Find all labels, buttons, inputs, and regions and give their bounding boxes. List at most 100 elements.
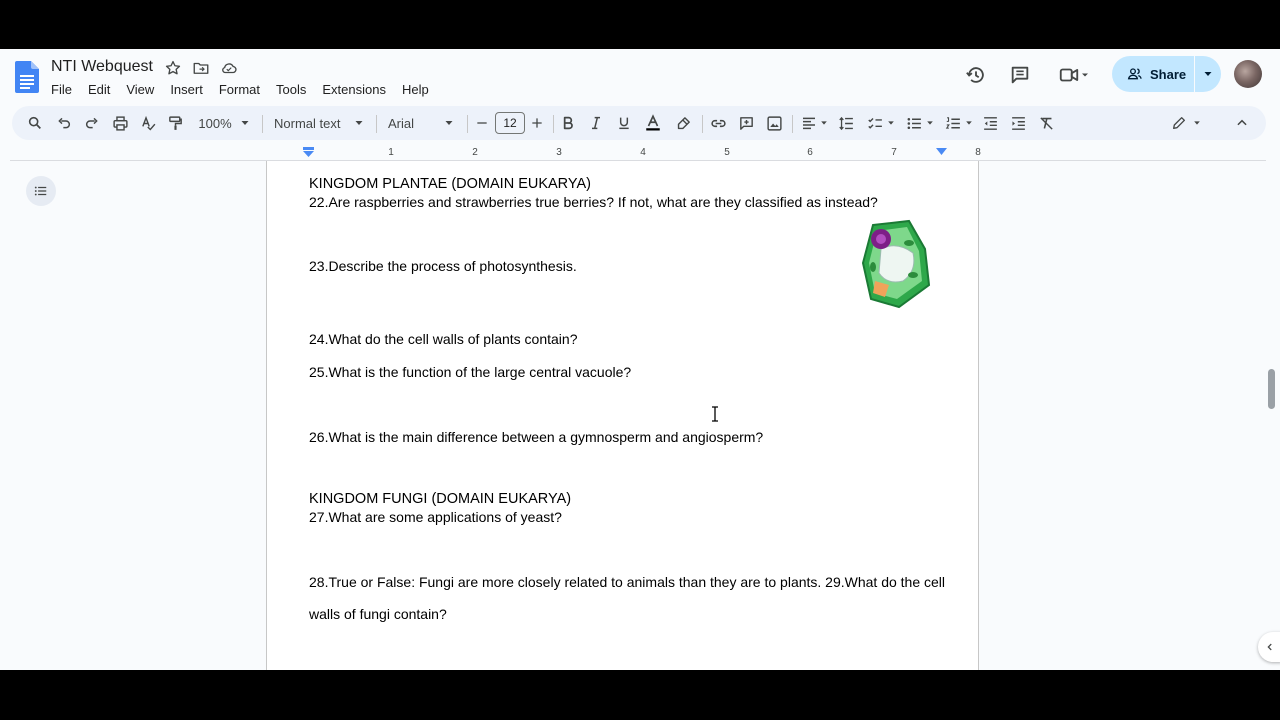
- menu-insert[interactable]: Insert: [162, 80, 211, 99]
- toolbar-separator: [553, 115, 554, 133]
- checklist-button[interactable]: [865, 111, 897, 135]
- font-size-input[interactable]: 12: [495, 112, 525, 134]
- ruler-label: 6: [807, 147, 813, 158]
- increase-indent-button[interactable]: [1009, 111, 1027, 135]
- paint-format-button[interactable]: [166, 111, 184, 135]
- ruler-label: 7: [891, 147, 897, 158]
- document-title[interactable]: NTI Webquest: [51, 58, 153, 76]
- caret-down-icon: [1194, 121, 1200, 125]
- horizontal-ruler[interactable]: 1 2 3 4 5 6 7 8: [266, 147, 981, 161]
- ruler-label: 3: [556, 147, 562, 158]
- comments-button[interactable]: [1007, 62, 1033, 88]
- header: NTI Webquest File Edit View Insert Forma…: [0, 49, 1280, 101]
- ruler-label: 1: [388, 147, 394, 158]
- google-docs-logo-icon[interactable]: [15, 61, 39, 93]
- side-panel-toggle-button[interactable]: [1258, 632, 1280, 662]
- checklist-icon: [868, 117, 882, 129]
- decrease-font-size-button[interactable]: [474, 111, 490, 135]
- plant-cell-image[interactable]: [859, 219, 931, 315]
- clear-formatting-icon: [1039, 116, 1053, 130]
- search-menus-button[interactable]: [26, 111, 44, 135]
- share-button-group: Share: [1112, 56, 1221, 92]
- document-outline-button[interactable]: [26, 176, 56, 206]
- bold-button[interactable]: [559, 111, 577, 135]
- spelling-check-button[interactable]: [139, 111, 157, 135]
- pencil-icon: [1173, 117, 1185, 129]
- caret-down-icon: [355, 121, 363, 125]
- highlight-color-button[interactable]: [674, 111, 692, 135]
- insert-link-button[interactable]: [709, 111, 727, 135]
- ruler-label: 5: [724, 147, 730, 158]
- decrease-indent-button[interactable]: [981, 111, 999, 135]
- bulleted-list-button[interactable]: [904, 111, 936, 135]
- caret-down-icon: [927, 121, 933, 125]
- undo-button[interactable]: [55, 111, 73, 135]
- decrease-indent-icon: [983, 116, 997, 130]
- share-label: Share: [1150, 66, 1187, 82]
- menu-edit[interactable]: Edit: [80, 80, 118, 99]
- text-color-button[interactable]: [644, 111, 662, 135]
- paint-format-icon: [168, 115, 182, 130]
- link-icon: [710, 119, 726, 127]
- docs-window: NTI Webquest File Edit View Insert Forma…: [0, 49, 1280, 670]
- minus-icon: [477, 122, 487, 124]
- menu-view[interactable]: View: [118, 80, 162, 99]
- caret-down-icon: [1204, 72, 1212, 76]
- ruler-label: 8: [975, 147, 981, 158]
- clear-formatting-button[interactable]: [1037, 111, 1055, 135]
- chevron-down-icon: [1082, 73, 1088, 77]
- menu-extensions[interactable]: Extensions: [314, 80, 394, 99]
- menu-file[interactable]: File: [43, 80, 80, 99]
- increase-font-size-button[interactable]: [529, 111, 545, 135]
- document-page[interactable]: KINGDOM PLANTAE (DOMAIN EUKARYA) 22.Are …: [266, 161, 979, 670]
- version-history-button[interactable]: [963, 62, 989, 88]
- ruler-label: 4: [640, 147, 646, 158]
- print-icon: [112, 115, 128, 131]
- share-button[interactable]: Share: [1112, 56, 1194, 92]
- question-24: 24.What do the cell walls of plants cont…: [309, 331, 578, 347]
- editing-mode-button[interactable]: [1170, 111, 1202, 135]
- heading-kingdom-plantae: KINGDOM PLANTAE (DOMAIN EUKARYA): [309, 176, 591, 192]
- menu-tools[interactable]: Tools: [268, 80, 314, 99]
- hide-menus-button[interactable]: [1233, 111, 1251, 135]
- style-select[interactable]: Normal text: [274, 111, 364, 135]
- add-comment-icon: [739, 116, 753, 130]
- numbered-list-button[interactable]: [943, 111, 975, 135]
- print-button[interactable]: [111, 111, 129, 135]
- star-icon[interactable]: [164, 59, 182, 77]
- toolbar-separator: [262, 115, 263, 133]
- share-dropdown-button[interactable]: [1195, 69, 1221, 79]
- menu-help[interactable]: Help: [394, 80, 437, 99]
- question-29-line-2: walls of fungi contain?: [309, 606, 447, 622]
- insert-image-button[interactable]: [765, 111, 783, 135]
- toolbar-separator: [376, 115, 377, 133]
- toolbar: 100% Normal text Arial 12: [12, 106, 1266, 140]
- line-spacing-button[interactable]: [837, 111, 855, 135]
- caret-down-icon: [966, 121, 972, 125]
- move-to-folder-icon[interactable]: [192, 59, 210, 77]
- history-icon: [966, 67, 984, 83]
- line-spacing-icon: [838, 116, 853, 130]
- account-avatar[interactable]: [1234, 60, 1262, 88]
- menu-format[interactable]: Format: [211, 80, 268, 99]
- redo-icon: [86, 117, 98, 129]
- left-indent-marker-icon[interactable]: [302, 147, 315, 157]
- italic-button[interactable]: [587, 111, 605, 135]
- redo-button[interactable]: [83, 111, 101, 135]
- text-color-icon: [646, 114, 660, 131]
- add-comment-button[interactable]: [737, 111, 755, 135]
- right-indent-marker-icon[interactable]: [936, 147, 947, 156]
- align-button[interactable]: [799, 111, 829, 135]
- caret-down-icon: [820, 121, 827, 125]
- cloud-saved-icon[interactable]: [220, 59, 238, 77]
- zoom-select[interactable]: 100%: [196, 111, 252, 135]
- underline-button[interactable]: [615, 111, 633, 135]
- vertical-scrollbar[interactable]: [1268, 369, 1275, 409]
- text-cursor-icon: [712, 406, 718, 422]
- image-icon: [766, 115, 782, 131]
- font-select[interactable]: Arial: [388, 111, 454, 135]
- increase-indent-icon: [1011, 116, 1025, 130]
- comment-icon: [1011, 66, 1029, 84]
- meet-button[interactable]: [1054, 62, 1094, 88]
- align-left-icon: [802, 117, 815, 130]
